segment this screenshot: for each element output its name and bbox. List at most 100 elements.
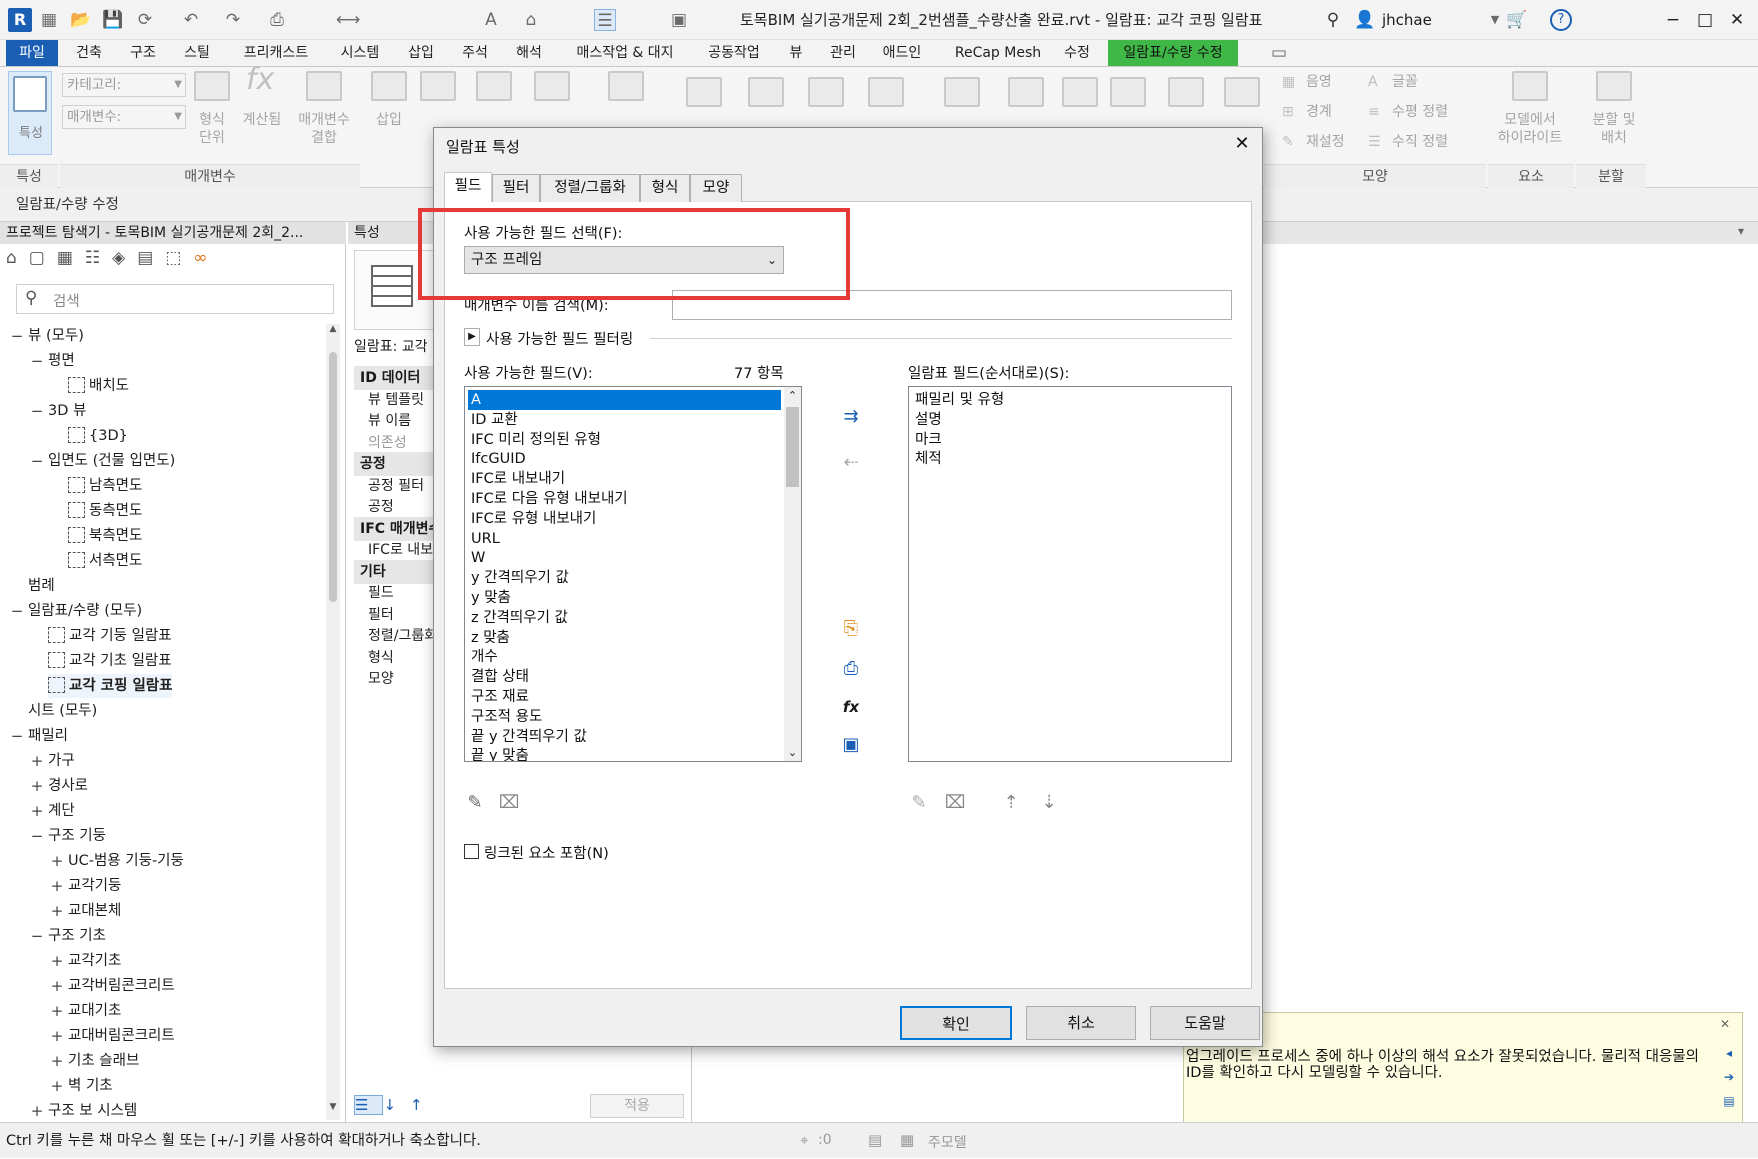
edit-field-pencil-icon[interactable]: ✎ xyxy=(464,792,486,814)
tree-expander[interactable]: + xyxy=(50,849,64,873)
available-field-item[interactable]: 결합 상태 xyxy=(468,667,781,687)
switch-windows-icon[interactable]: ▣ xyxy=(668,9,690,31)
home-icon[interactable]: ⌂ xyxy=(6,248,29,268)
available-field-item[interactable]: 끝 y 간격띄우기 값 xyxy=(468,727,781,747)
tree-item[interactable]: 범례 xyxy=(28,574,55,598)
tree-item[interactable]: 경사로 xyxy=(48,774,88,798)
tab-structure[interactable]: 구조 xyxy=(118,40,168,66)
undo-icon[interactable]: ↶ xyxy=(180,9,202,31)
tab-recap-mesh[interactable]: ReCap Mesh xyxy=(946,40,1050,66)
property-row[interactable]: 필터 xyxy=(354,603,434,627)
tree-expander[interactable]: + xyxy=(50,999,64,1023)
available-field-item[interactable]: 구조 재료 xyxy=(468,687,781,707)
tree-expander[interactable]: − xyxy=(30,399,44,423)
tree-expander[interactable]: + xyxy=(50,1024,64,1048)
available-fields-list[interactable]: A ID 교환 IFC 미리 정의된 유형 IfcGUID IFC로 내보내기 IFC로 … xyxy=(464,386,802,762)
scroll-thumb[interactable] xyxy=(786,407,799,487)
delete-parameter-icon[interactable]: ⌧ xyxy=(498,792,520,814)
tree-item[interactable]: 구조 기초 xyxy=(48,924,106,948)
tree-item[interactable]: 교각 기초 일람표 xyxy=(48,649,172,673)
tree-item[interactable]: 교각 코핑 일람표 xyxy=(48,674,173,698)
schedule-field-item[interactable]: 체적 xyxy=(912,449,1228,469)
expand-icon[interactable]: ◂ xyxy=(1718,1041,1740,1065)
available-field-item[interactable]: 끝 y 맞춤 xyxy=(468,746,781,761)
dialog-close-icon[interactable]: ✕ xyxy=(1230,132,1254,156)
user-name[interactable]: jhchae xyxy=(1382,0,1432,40)
tree-item[interactable]: {3D} xyxy=(68,424,128,448)
tree-item[interactable]: 교각버림콘크리트 xyxy=(68,974,175,998)
sort-az-icon[interactable]: ↓ xyxy=(383,1096,410,1114)
apply-button[interactable]: 적용 xyxy=(590,1094,684,1118)
delete-field-icon[interactable]: ⌧ xyxy=(944,792,966,814)
home-grid-icon[interactable]: ▦ xyxy=(38,9,60,31)
tree-item[interactable]: 가구 xyxy=(48,749,75,773)
tab-manage[interactable]: 관리 xyxy=(820,40,866,66)
revit-logo-icon[interactable]: R xyxy=(8,8,32,32)
available-field-item[interactable]: y 간격띄우기 값 xyxy=(468,568,781,588)
available-field-item[interactable]: IfcGUID xyxy=(468,449,781,469)
tree-item[interactable]: 입면도 (건물 입면도) xyxy=(48,449,175,473)
worksharing-icon[interactable]: ⌖ xyxy=(800,1131,808,1149)
search-input[interactable]: ⚲ 검색 xyxy=(16,284,334,314)
sort-za-icon[interactable]: ↑ xyxy=(410,1096,437,1114)
tree-item[interactable]: 벽 기초 xyxy=(68,1074,113,1098)
move-down-icon[interactable]: ⇣ xyxy=(1038,792,1060,814)
available-field-item[interactable]: ID 교환 xyxy=(468,410,781,430)
tab-file[interactable]: 파일 xyxy=(6,40,58,66)
tab-modify[interactable]: 수정 xyxy=(1056,40,1098,66)
tree-expander[interactable]: − xyxy=(10,324,24,348)
browser-scrollbar[interactable]: ▲ ▼ xyxy=(326,324,340,1120)
property-row[interactable]: IFC로 내보내기 xyxy=(354,538,434,562)
tree-item[interactable]: 동측면도 xyxy=(68,499,142,523)
tree-item[interactable]: UC-범용 기둥-기둥 xyxy=(68,849,184,873)
tree-item[interactable]: 뷰 (모두) xyxy=(28,324,84,348)
available-field-item[interactable]: z 간격띄우기 값 xyxy=(468,608,781,628)
available-field-item[interactable]: y 맞춤 xyxy=(468,588,781,608)
property-row[interactable]: 필드 xyxy=(354,581,434,605)
editable-only-icon[interactable]: ▦ xyxy=(900,1131,914,1149)
tab-annotate[interactable]: 주석 xyxy=(450,40,500,66)
chevron-down-icon[interactable]: ▾ xyxy=(1738,224,1744,238)
tree-expander[interactable]: + xyxy=(30,799,44,823)
3d-house-icon[interactable]: ⌂ xyxy=(520,9,542,31)
ribbon-options-icon[interactable]: ▭ xyxy=(1268,42,1290,64)
tree-expander[interactable]: + xyxy=(30,1099,44,1122)
zoom-extents-icon[interactable]: ▢ xyxy=(29,248,57,268)
tree-item[interactable]: 구조 기둥 xyxy=(48,824,106,848)
tree-expander[interactable]: + xyxy=(50,874,64,898)
design-options-icon[interactable]: ▤ xyxy=(868,1131,882,1149)
tab-appearance[interactable]: 모양 xyxy=(690,174,742,202)
add-parameter-icon[interactable]: ⎘ xyxy=(840,618,862,640)
scroll-thumb[interactable] xyxy=(329,352,337,602)
sync-icon[interactable]: ⟳ xyxy=(134,9,156,31)
tree-item[interactable]: 평면 xyxy=(48,349,75,373)
tree-item[interactable]: 교각기초 xyxy=(68,949,121,973)
tab-addins[interactable]: 애드인 xyxy=(872,40,932,66)
tree-expander[interactable]: − xyxy=(30,449,44,473)
measure-icon[interactable]: ⟷ xyxy=(336,9,360,31)
close-icon[interactable]: ✕ xyxy=(1726,9,1748,31)
tree-item[interactable]: 북측면도 xyxy=(68,524,142,548)
tab-steel[interactable]: 스틸 xyxy=(172,40,222,66)
include-linked-checkbox[interactable] xyxy=(464,844,479,859)
function-icon[interactable]: fx xyxy=(840,696,862,718)
tab-systems[interactable]: 시스템 xyxy=(330,40,390,66)
schedule-field-item[interactable]: 마크 xyxy=(912,430,1228,450)
expand-arrow-icon[interactable]: ▶ xyxy=(464,328,480,346)
scroll-up-icon[interactable]: ⌃ xyxy=(784,387,801,404)
available-field-item[interactable]: A xyxy=(468,390,781,410)
property-row[interactable]: 형식 xyxy=(354,646,434,670)
move-up-icon[interactable]: ⇡ xyxy=(1000,792,1022,814)
tree-expander[interactable]: − xyxy=(30,824,44,848)
family-icon[interactable]: ⬚ xyxy=(165,248,193,268)
property-row[interactable]: 뷰 템플릿 xyxy=(354,388,434,412)
show-icon[interactable]: ▤ xyxy=(1718,1089,1740,1113)
available-field-item[interactable]: URL xyxy=(468,529,781,549)
user-icon[interactable]: 👤 xyxy=(1354,9,1376,31)
available-field-item[interactable]: 구조적 용도 xyxy=(468,707,781,727)
available-field-item[interactable]: 개수 xyxy=(468,647,781,667)
schedule-field-item[interactable]: 설명 xyxy=(912,410,1228,430)
tree-item[interactable]: 3D 뷰 xyxy=(48,399,86,423)
tree-item[interactable]: 패밀리 xyxy=(28,724,68,748)
sort-category-icon[interactable]: ☰ xyxy=(354,1095,384,1115)
